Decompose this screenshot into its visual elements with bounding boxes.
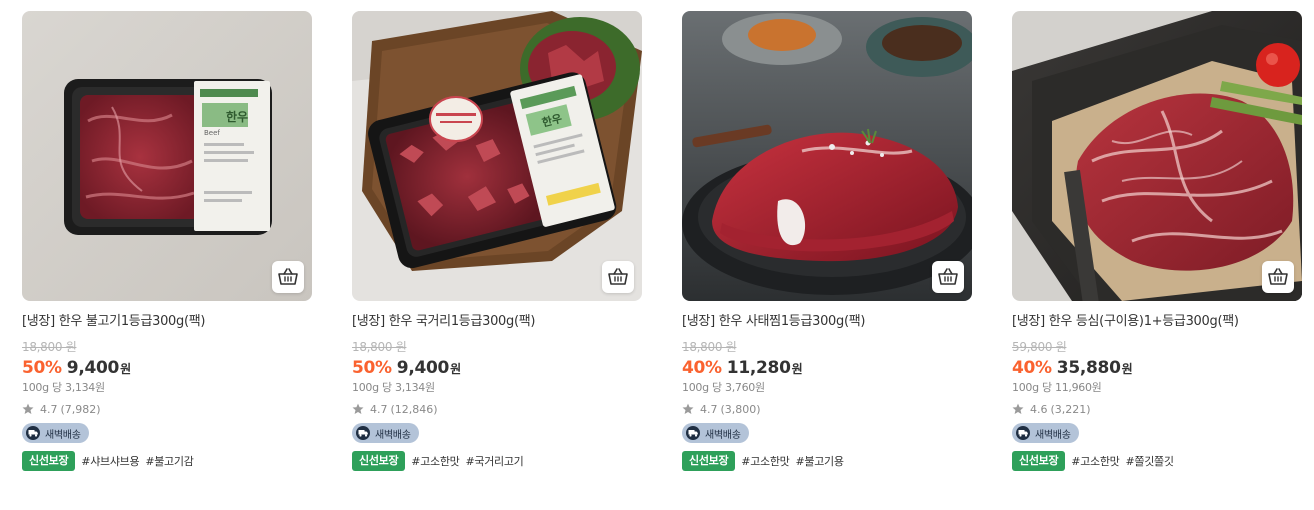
delivery-label: 새벽배송	[1035, 429, 1071, 441]
review-count: (7,982)	[60, 402, 101, 416]
discount-rate: 50%	[352, 358, 392, 378]
unit-price: 100g 당 3,134원	[22, 381, 105, 394]
product-title[interactable]: [냉장] 한우 불고기1등급300g(팩)	[22, 313, 312, 331]
rating-score: 4.7	[700, 402, 718, 416]
sale-price: 11,280	[726, 358, 791, 378]
product-image[interactable]	[682, 11, 972, 301]
product-photo: 한우	[352, 11, 642, 301]
hashtag[interactable]: #불고기용	[795, 453, 844, 469]
product-title[interactable]: [냉장] 한우 등심(구이용)1+등급300g(팩)	[1012, 313, 1302, 331]
product-photo: 한우 Beef	[22, 11, 312, 301]
hashtag[interactable]: #쫄깃쫄깃	[1125, 453, 1174, 469]
star-icon	[352, 403, 364, 415]
sale-price: 9,400	[66, 358, 120, 378]
discount-rate: 40%	[682, 358, 722, 378]
fresh-guarantee-badge: 신선보장	[352, 451, 406, 471]
product-card-1[interactable]: 한우 Beef [냉장] 한우 불고기1등급300g(팩) 18,800 원 5…	[22, 11, 312, 471]
star-icon	[682, 403, 694, 415]
review-count: (3,221)	[1050, 402, 1091, 416]
product-photo	[1012, 11, 1302, 301]
tag-row: 신선보장 #고소한맛 #불고기용	[682, 451, 972, 471]
delivery-label: 새벽배송	[705, 429, 741, 441]
sale-price: 9,400	[396, 358, 450, 378]
star-icon	[22, 403, 34, 415]
add-to-cart-button[interactable]	[932, 261, 964, 293]
original-price: 18,800 원	[22, 340, 77, 354]
unit-price: 100g 당 11,960원	[1012, 381, 1102, 394]
rating: 4.6 (3,221)	[1012, 402, 1302, 416]
rating: 4.7 (12,846)	[352, 402, 642, 416]
currency: 원	[1121, 362, 1133, 376]
star-icon	[1012, 403, 1024, 415]
package-label: 한우	[226, 109, 248, 124]
shopping-basket-icon	[608, 268, 628, 285]
delivery-label: 새벽배송	[375, 429, 411, 441]
product-card-3[interactable]: [냉장] 한우 사태찜1등급300g(팩) 18,800 원 40% 11,28…	[682, 11, 972, 471]
currency: 원	[450, 362, 462, 376]
fresh-guarantee-badge: 신선보장	[22, 451, 76, 471]
shopping-basket-icon	[938, 268, 958, 285]
price-row: 40% 11,280 원	[682, 358, 972, 380]
product-image[interactable]: 한우	[352, 11, 642, 301]
original-price: 59,800 원	[1012, 340, 1067, 354]
unit-price: 100g 당 3,134원	[352, 381, 435, 394]
delivery-label: 새벽배송	[45, 429, 81, 441]
original-price: 18,800 원	[352, 340, 407, 354]
truck-icon	[685, 426, 701, 440]
hashtag[interactable]: #고소한맛	[411, 453, 460, 469]
dawn-delivery-badge: 새벽배송	[682, 423, 749, 443]
hashtag[interactable]: #고소한맛	[741, 453, 790, 469]
fresh-guarantee-badge: 신선보장	[682, 451, 736, 471]
tag-row: 신선보장 #샤브샤브용 #불고기감	[22, 451, 312, 471]
dawn-delivery-badge: 새벽배송	[22, 423, 89, 443]
truck-icon	[355, 426, 371, 440]
review-count: (3,800)	[720, 402, 761, 416]
rating-score: 4.7	[370, 402, 388, 416]
truck-icon	[1015, 426, 1031, 440]
price-row: 40% 35,880 원	[1012, 358, 1302, 380]
shopping-basket-icon	[1268, 268, 1288, 285]
rating-score: 4.6	[1030, 402, 1048, 416]
dawn-delivery-badge: 새벽배송	[1012, 423, 1079, 443]
tag-row: 신선보장 #고소한맛 #국거리고기	[352, 451, 642, 471]
product-image[interactable]	[1012, 11, 1302, 301]
dawn-delivery-badge: 새벽배송	[352, 423, 419, 443]
currency: 원	[120, 362, 132, 376]
product-card-2[interactable]: 한우 [냉장] 한우 국거리1등급300g(팩) 18,800 원 50% 9,…	[352, 11, 642, 471]
hashtag[interactable]: #고소한맛	[1071, 453, 1120, 469]
discount-rate: 40%	[1012, 358, 1052, 378]
original-price: 18,800 원	[682, 340, 737, 354]
hashtag[interactable]: #국거리고기	[465, 453, 523, 469]
product-title[interactable]: [냉장] 한우 사태찜1등급300g(팩)	[682, 313, 972, 331]
product-card-4[interactable]: [냉장] 한우 등심(구이용)1+등급300g(팩) 59,800 원 40% …	[1012, 11, 1302, 471]
discount-rate: 50%	[22, 358, 62, 378]
rating: 4.7 (3,800)	[682, 402, 972, 416]
rating: 4.7 (7,982)	[22, 402, 312, 416]
price-row: 50% 9,400 원	[352, 358, 642, 380]
sale-price: 35,880	[1056, 358, 1121, 378]
product-photo	[682, 11, 972, 301]
review-count: (12,846)	[390, 402, 438, 416]
shopping-basket-icon	[278, 268, 298, 285]
package-sub: Beef	[204, 129, 220, 137]
hashtag[interactable]: #불고기감	[145, 453, 194, 469]
add-to-cart-button[interactable]	[272, 261, 304, 293]
price-row: 50% 9,400 원	[22, 358, 312, 380]
hashtag[interactable]: #샤브샤브용	[81, 453, 139, 469]
rating-score: 4.7	[40, 402, 58, 416]
product-title[interactable]: [냉장] 한우 국거리1등급300g(팩)	[352, 313, 642, 331]
truck-icon	[25, 426, 41, 440]
product-image[interactable]: 한우 Beef	[22, 11, 312, 301]
fresh-guarantee-badge: 신선보장	[1012, 451, 1066, 471]
add-to-cart-button[interactable]	[1262, 261, 1294, 293]
currency: 원	[791, 362, 803, 376]
add-to-cart-button[interactable]	[602, 261, 634, 293]
unit-price: 100g 당 3,760원	[682, 381, 765, 394]
tag-row: 신선보장 #고소한맛 #쫄깃쫄깃	[1012, 451, 1302, 471]
